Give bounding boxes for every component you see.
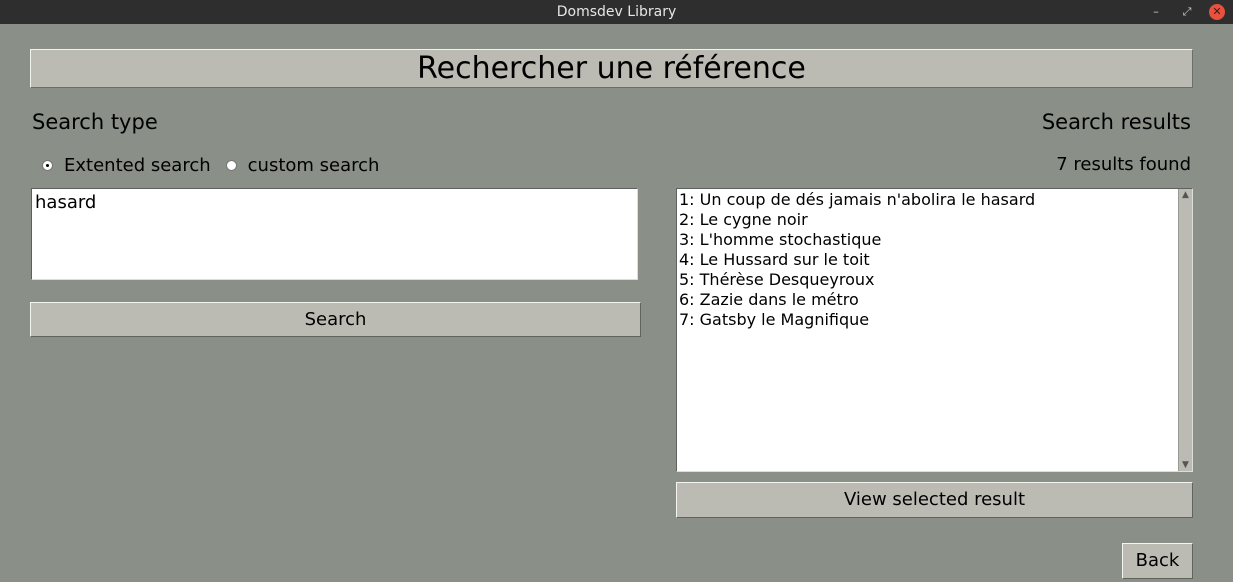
search-query-textarea[interactable]: hasard [31, 188, 638, 280]
maximize-icon[interactable]: ⤢ [1179, 4, 1195, 20]
search-query-text: hasard [35, 192, 97, 213]
list-item[interactable]: 3: L'homme stochastique [679, 230, 1176, 250]
radio-selected-dot [46, 163, 49, 167]
view-selected-result-button[interactable]: View selected result [676, 482, 1193, 518]
back-button[interactable]: Back [1122, 543, 1193, 579]
search-type-label: Search type [32, 110, 158, 134]
search-button[interactable]: Search [30, 302, 641, 337]
close-icon[interactable]: ✕ [1209, 4, 1225, 20]
extended-search-radio[interactable] [42, 159, 53, 171]
extended-search-label[interactable]: Extented search [64, 155, 211, 176]
list-item[interactable]: 2: Le cygne noir [679, 210, 1176, 230]
search-type-radio-group: Extented search custom search [42, 154, 394, 176]
scroll-up-icon[interactable]: ▲ [1179, 189, 1192, 201]
results-count: 7 results found [1056, 154, 1191, 175]
results-scrollbar[interactable]: ▲ ▼ [1178, 189, 1192, 471]
custom-search-label[interactable]: custom search [248, 155, 380, 176]
minimize-icon[interactable]: – [1148, 4, 1164, 20]
search-results-label: Search results [1041, 110, 1191, 134]
list-item[interactable]: 4: Le Hussard sur le toit [679, 250, 1176, 270]
results-list: 1: Un coup de dés jamais n'abolira le ha… [677, 189, 1178, 471]
results-listbox[interactable]: 1: Un coup de dés jamais n'abolira le ha… [676, 188, 1193, 472]
page-title: Rechercher une référence [30, 49, 1193, 88]
list-item[interactable]: 7: Gatsby le Magnifique [679, 310, 1176, 330]
custom-search-radio[interactable] [225, 159, 237, 171]
scroll-down-icon[interactable]: ▼ [1179, 459, 1192, 471]
list-item[interactable]: 5: Thérèse Desqueyroux [679, 270, 1176, 290]
list-item[interactable]: 1: Un coup de dés jamais n'abolira le ha… [679, 190, 1176, 210]
list-item[interactable]: 6: Zazie dans le métro [679, 290, 1176, 310]
title-bar: Domsdev Library – ⤢ ✕ [0, 0, 1233, 24]
window-title: Domsdev Library [556, 4, 677, 20]
